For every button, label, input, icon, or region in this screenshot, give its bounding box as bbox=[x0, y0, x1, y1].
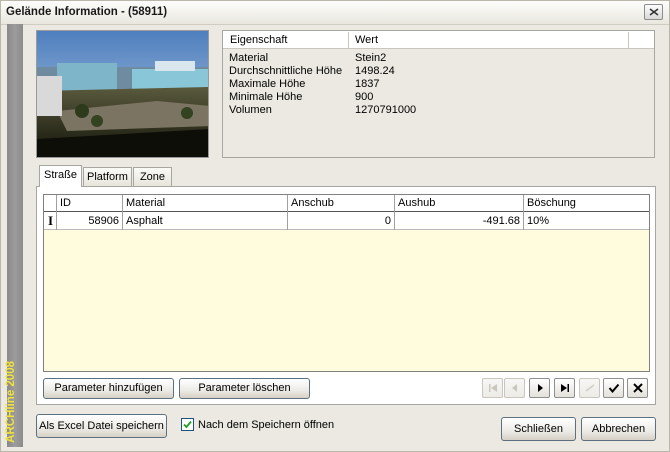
properties-list: Eigenschaft Wert Material Stein2 Durchsc… bbox=[222, 30, 655, 158]
post-edit-button[interactable] bbox=[603, 378, 624, 398]
next-record-button[interactable] bbox=[529, 378, 550, 398]
column-separator bbox=[628, 32, 629, 48]
close-icon bbox=[649, 8, 658, 16]
property-value: Stein2 bbox=[355, 52, 387, 64]
property-name: Minimale Höhe bbox=[229, 91, 303, 103]
column-header-material[interactable]: Material bbox=[122, 195, 287, 212]
tab-zone[interactable]: Zone bbox=[133, 167, 172, 187]
cell-aushub[interactable]: -491.68 bbox=[394, 212, 523, 230]
property-value: 900 bbox=[355, 91, 374, 103]
grid-header: ID Material Anschub Aushub Böschung bbox=[44, 195, 649, 212]
road-parameter-grid[interactable]: ID Material Anschub Aushub Böschung I 58… bbox=[43, 194, 650, 372]
terrain-preview-image bbox=[36, 30, 209, 158]
terrain-info-dialog: Gelände Information - (58911) ARCHline 2… bbox=[0, 0, 670, 452]
property-name: Durchschnittliche Höhe bbox=[229, 65, 343, 77]
column-header-anschub[interactable]: Anschub bbox=[287, 195, 394, 212]
cell-anschub[interactable]: 0 bbox=[287, 212, 394, 230]
window-title: Gelände Information - (58911) bbox=[6, 6, 168, 18]
tab-platform[interactable]: Platform bbox=[83, 167, 132, 187]
edit-record-button[interactable] bbox=[579, 378, 600, 398]
prior-record-button[interactable] bbox=[504, 378, 525, 398]
title-bar: Gelände Information - (58911) bbox=[1, 1, 669, 25]
cancel-button[interactable]: Abbrechen bbox=[581, 417, 656, 441]
property-value: 1837 bbox=[355, 78, 380, 90]
property-row[interactable]: Material Stein2 bbox=[223, 52, 654, 65]
column-separator bbox=[348, 32, 349, 48]
open-after-save-checkbox[interactable] bbox=[181, 418, 194, 431]
cell-material[interactable]: Asphalt bbox=[122, 212, 287, 230]
cell-boeschung[interactable]: 10% bbox=[523, 212, 649, 230]
cancel-edit-icon bbox=[632, 383, 643, 393]
property-name: Material bbox=[229, 52, 269, 64]
property-value: 1270791000 bbox=[355, 104, 417, 116]
last-record-icon bbox=[560, 384, 569, 392]
prior-record-icon bbox=[511, 384, 517, 392]
last-record-button[interactable] bbox=[554, 378, 575, 398]
first-record-icon bbox=[488, 384, 497, 392]
close-button[interactable]: Schließen bbox=[501, 417, 576, 441]
tab-strasse[interactable]: Straße bbox=[39, 165, 82, 187]
brand-band: ARCHline 2008 bbox=[5, 24, 23, 447]
properties-header: Eigenschaft Wert bbox=[223, 31, 654, 49]
save-as-excel-button[interactable]: Als Excel Datei speichern bbox=[36, 414, 167, 438]
open-after-save-label[interactable]: Nach dem Speichern öffnen bbox=[198, 419, 334, 431]
property-row[interactable]: Maximale Höhe 1837 bbox=[223, 78, 654, 91]
cell-id[interactable]: 58906 bbox=[56, 212, 122, 230]
property-row[interactable]: Minimale Höhe 900 bbox=[223, 91, 654, 104]
column-header-property[interactable]: Eigenschaft bbox=[230, 34, 287, 46]
delete-parameter-button[interactable]: Parameter löschen bbox=[179, 378, 310, 399]
property-name: Volumen bbox=[229, 104, 272, 116]
checkmark-icon bbox=[183, 420, 192, 429]
property-row[interactable]: Volumen 1270791000 bbox=[223, 104, 654, 117]
first-record-button[interactable] bbox=[482, 378, 503, 398]
property-row[interactable]: Durchschnittliche Höhe 1498.24 bbox=[223, 65, 654, 78]
add-parameter-button[interactable]: Parameter hinzufügen bbox=[43, 378, 174, 399]
column-header-value[interactable]: Wert bbox=[355, 34, 378, 46]
post-edit-icon bbox=[608, 383, 619, 393]
brand-label: ARCHline 2008 bbox=[5, 361, 17, 443]
column-header-boeschung[interactable]: Böschung bbox=[523, 195, 649, 212]
next-record-icon bbox=[537, 384, 543, 392]
cancel-edit-button[interactable] bbox=[627, 378, 648, 398]
table-row[interactable]: I 58906 Asphalt 0 -491.68 10% bbox=[44, 212, 649, 230]
property-name: Maximale Höhe bbox=[229, 78, 306, 90]
column-header-aushub[interactable]: Aushub bbox=[394, 195, 523, 212]
close-window-button[interactable] bbox=[644, 4, 663, 20]
edit-record-icon bbox=[585, 384, 594, 392]
property-value: 1498.24 bbox=[355, 65, 395, 77]
column-header-id[interactable]: ID bbox=[56, 195, 122, 212]
